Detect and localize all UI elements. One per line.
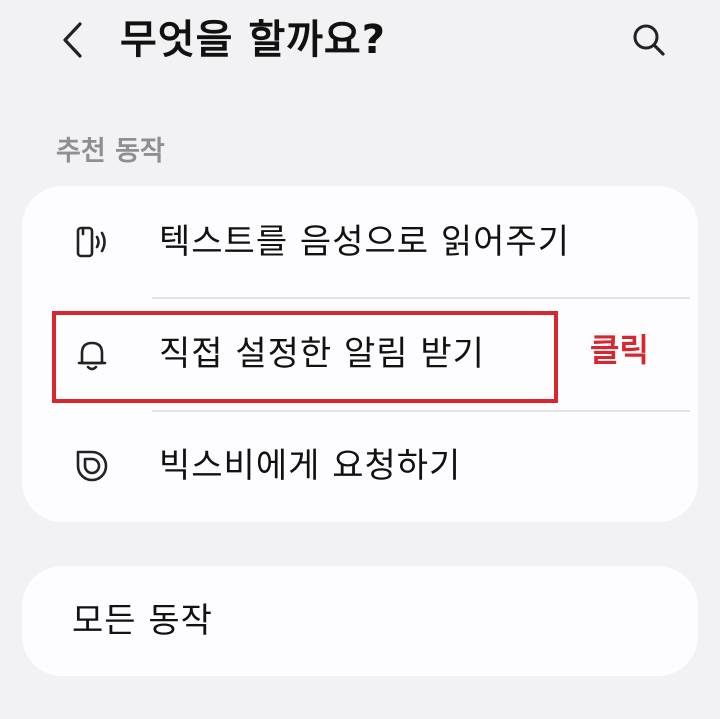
all-actions-card[interactable]: 모든 동작 (22, 566, 698, 676)
all-actions-label: 모든 동작 (72, 601, 213, 641)
phone-speaker-icon (70, 220, 114, 264)
bixby-icon (70, 444, 114, 488)
highlight-box (52, 311, 558, 403)
click-annotation: 클릭 (590, 331, 649, 369)
page-title: 무엇을 할까요? (120, 17, 386, 63)
action-label: 빅스비에게 요청하기 (159, 446, 462, 486)
action-item-ask-bixby[interactable]: 빅스비에게 요청하기 (22, 410, 698, 522)
chevron-left-icon (63, 22, 82, 58)
action-item-tts[interactable]: 텍스트를 음성으로 읽어주기 (22, 186, 698, 298)
app-header: 무엇을 할까요? (0, 0, 720, 90)
back-button[interactable] (52, 18, 92, 62)
action-label: 텍스트를 음성으로 읽어주기 (159, 222, 570, 262)
section-label-recommended: 추천 동작 (56, 136, 165, 167)
search-icon (633, 24, 665, 56)
search-button[interactable] (625, 18, 673, 62)
